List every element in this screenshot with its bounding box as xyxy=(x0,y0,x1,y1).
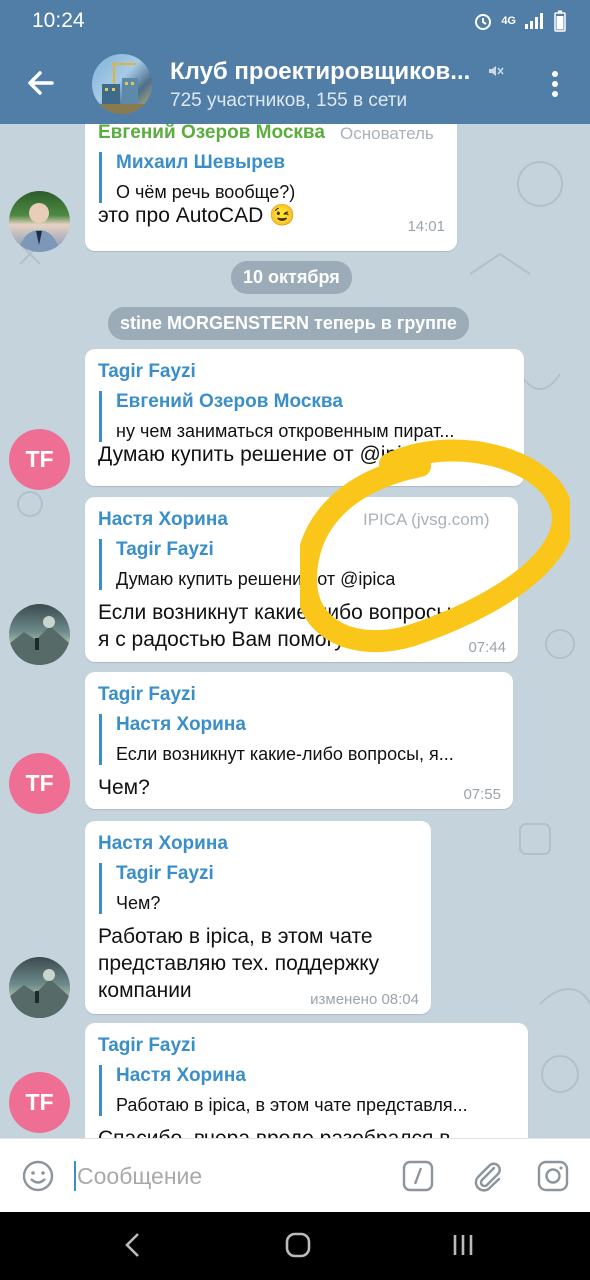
message-bubble[interactable]: Настя Хорина Tagir Fayzi Чем? Работаю в … xyxy=(85,821,431,1014)
status-icons: 4G xyxy=(473,10,566,32)
reply-text: ну чем заниматься откровенным пират... xyxy=(116,421,455,441)
chat-subtitle: 725 участников, 155 в сети xyxy=(170,90,408,111)
network-type: 4G xyxy=(501,15,516,27)
message-time: 14:01 xyxy=(407,218,445,235)
message-sender[interactable]: Tagir Fayzi xyxy=(98,361,196,383)
reply-sender: Михаил Шевырев xyxy=(116,152,286,173)
message-text-line: Работаю в ipica, в этом чате xyxy=(98,925,373,948)
user-avatar[interactable] xyxy=(9,191,70,252)
nav-back-icon[interactable] xyxy=(118,1230,148,1260)
message-text: Думаю купить решение от @ipica xyxy=(98,443,424,466)
message-time: 07:44 xyxy=(468,639,506,656)
message-text-line: Если возникнут какие-либо вопросы, xyxy=(98,601,458,624)
alarm-icon xyxy=(475,14,492,30)
reply-sender: Евгений Озеров Москва xyxy=(116,391,343,412)
sender-role-badge: Основатель xyxy=(340,124,434,143)
group-avatar[interactable] xyxy=(92,54,152,114)
reply-sender: Настя Хорина xyxy=(116,714,246,735)
reply-sender: Tagir Fayzi xyxy=(116,863,214,884)
user-avatar[interactable] xyxy=(9,957,70,1018)
message-bubble[interactable]: Евгений Озеров Москва Основатель Михаил … xyxy=(85,124,457,251)
reply-quote[interactable]: Настя Хорина Если возникнут какие-либо в… xyxy=(99,714,495,765)
message-bubble[interactable]: Tagir Fayzi Настя Хорина Если возникнут … xyxy=(85,672,513,809)
message-input[interactable] xyxy=(77,1157,377,1195)
user-avatar[interactable]: TF xyxy=(9,429,70,490)
message-text: это про AutoCAD 😉 xyxy=(98,204,296,227)
reply-quote[interactable]: Михаил Шевырев О чём речь вообще?) xyxy=(99,152,295,203)
user-avatar[interactable]: TF xyxy=(9,1072,70,1133)
chat-title[interactable]: Клуб проектировщиков... xyxy=(170,58,470,86)
nav-home-icon[interactable] xyxy=(283,1230,313,1260)
message-composer xyxy=(0,1138,590,1212)
message-list[interactable]: Евгений Озеров Москва Основатель Михаил … xyxy=(0,124,590,1138)
message-text: Если возникнут какие-либо вопросы, я с р… xyxy=(98,599,457,653)
sender-role-badge: IPICA (jvsg.com) xyxy=(363,510,490,529)
message-sender[interactable]: Tagir Fayzi xyxy=(98,684,196,706)
message-time: изменено 08:04 xyxy=(310,991,419,1008)
message-time: 07:55 xyxy=(463,786,501,803)
text-cursor xyxy=(74,1161,76,1191)
reply-quote[interactable]: Настя Хорина Работаю в ipica, в этом чат… xyxy=(99,1065,509,1116)
message-text: Спасибо, вчера вроде разобрался в xyxy=(98,1125,450,1138)
user-avatar[interactable] xyxy=(9,604,70,665)
message-text-line: я с радостью Вам помогу. xyxy=(98,628,349,651)
reply-text: Чем? xyxy=(116,893,161,913)
message-bubble[interactable]: Tagir Fayzi Настя Хорина Работаю в ipica… xyxy=(85,1023,528,1138)
reply-text: Если возникнут какие-либо вопросы, я... xyxy=(116,744,454,764)
back-arrow-icon[interactable] xyxy=(24,66,58,100)
message-bubble[interactable]: Настя Хорина IPICA (jvsg.com) Tagir Fayz… xyxy=(85,497,518,662)
reply-text: Работаю в ipica, в этом чате представля.… xyxy=(116,1095,468,1115)
message-bubble[interactable]: Tagir Fayzi Евгений Озеров Москва ну чем… xyxy=(85,349,524,486)
reply-text: Думаю купить решение от @ipica xyxy=(116,569,396,589)
status-time: 10:24 xyxy=(32,9,85,32)
reply-quote[interactable]: Евгений Озеров Москва ну чем заниматься … xyxy=(99,391,504,442)
reply-quote[interactable]: Tagir Fayzi Чем? xyxy=(99,863,214,914)
more-vert-icon[interactable] xyxy=(545,68,565,100)
message-sender[interactable]: Настя Хорина xyxy=(98,833,228,855)
system-nav-bar xyxy=(0,1212,590,1280)
mute-icon xyxy=(489,66,504,76)
bot-commands-icon[interactable] xyxy=(402,1160,434,1192)
service-message: stine MORGENSTERN теперь в группе xyxy=(108,307,469,340)
chat-header: Клуб проектировщиков... 725 участников, … xyxy=(0,44,590,124)
message-sender[interactable]: Tagir Fayzi xyxy=(98,1035,196,1057)
reply-quote[interactable]: Tagir Fayzi Думаю купить решение от @ipi… xyxy=(99,539,395,590)
emoji-icon[interactable] xyxy=(21,1159,55,1193)
status-bar: 10:24 4G xyxy=(0,0,590,44)
message-sender[interactable]: Настя Хорина xyxy=(98,509,228,531)
signal-icon xyxy=(525,13,543,29)
reply-text: О чём речь вообще?) xyxy=(116,182,296,202)
battery-icon xyxy=(554,10,566,32)
reply-sender: Настя Хорина xyxy=(116,1065,246,1086)
message-text-line: представляю тех. поддержку xyxy=(98,952,380,975)
date-separator: 10 октября xyxy=(231,261,352,294)
reply-sender: Tagir Fayzi xyxy=(116,539,214,560)
message-text: Чем? xyxy=(98,776,150,799)
message-sender[interactable]: Евгений Озеров Москва xyxy=(98,124,325,144)
nav-recents-icon[interactable] xyxy=(448,1230,478,1260)
camera-icon[interactable] xyxy=(536,1159,570,1193)
user-avatar[interactable]: TF xyxy=(9,753,70,814)
attach-icon[interactable] xyxy=(470,1159,504,1193)
